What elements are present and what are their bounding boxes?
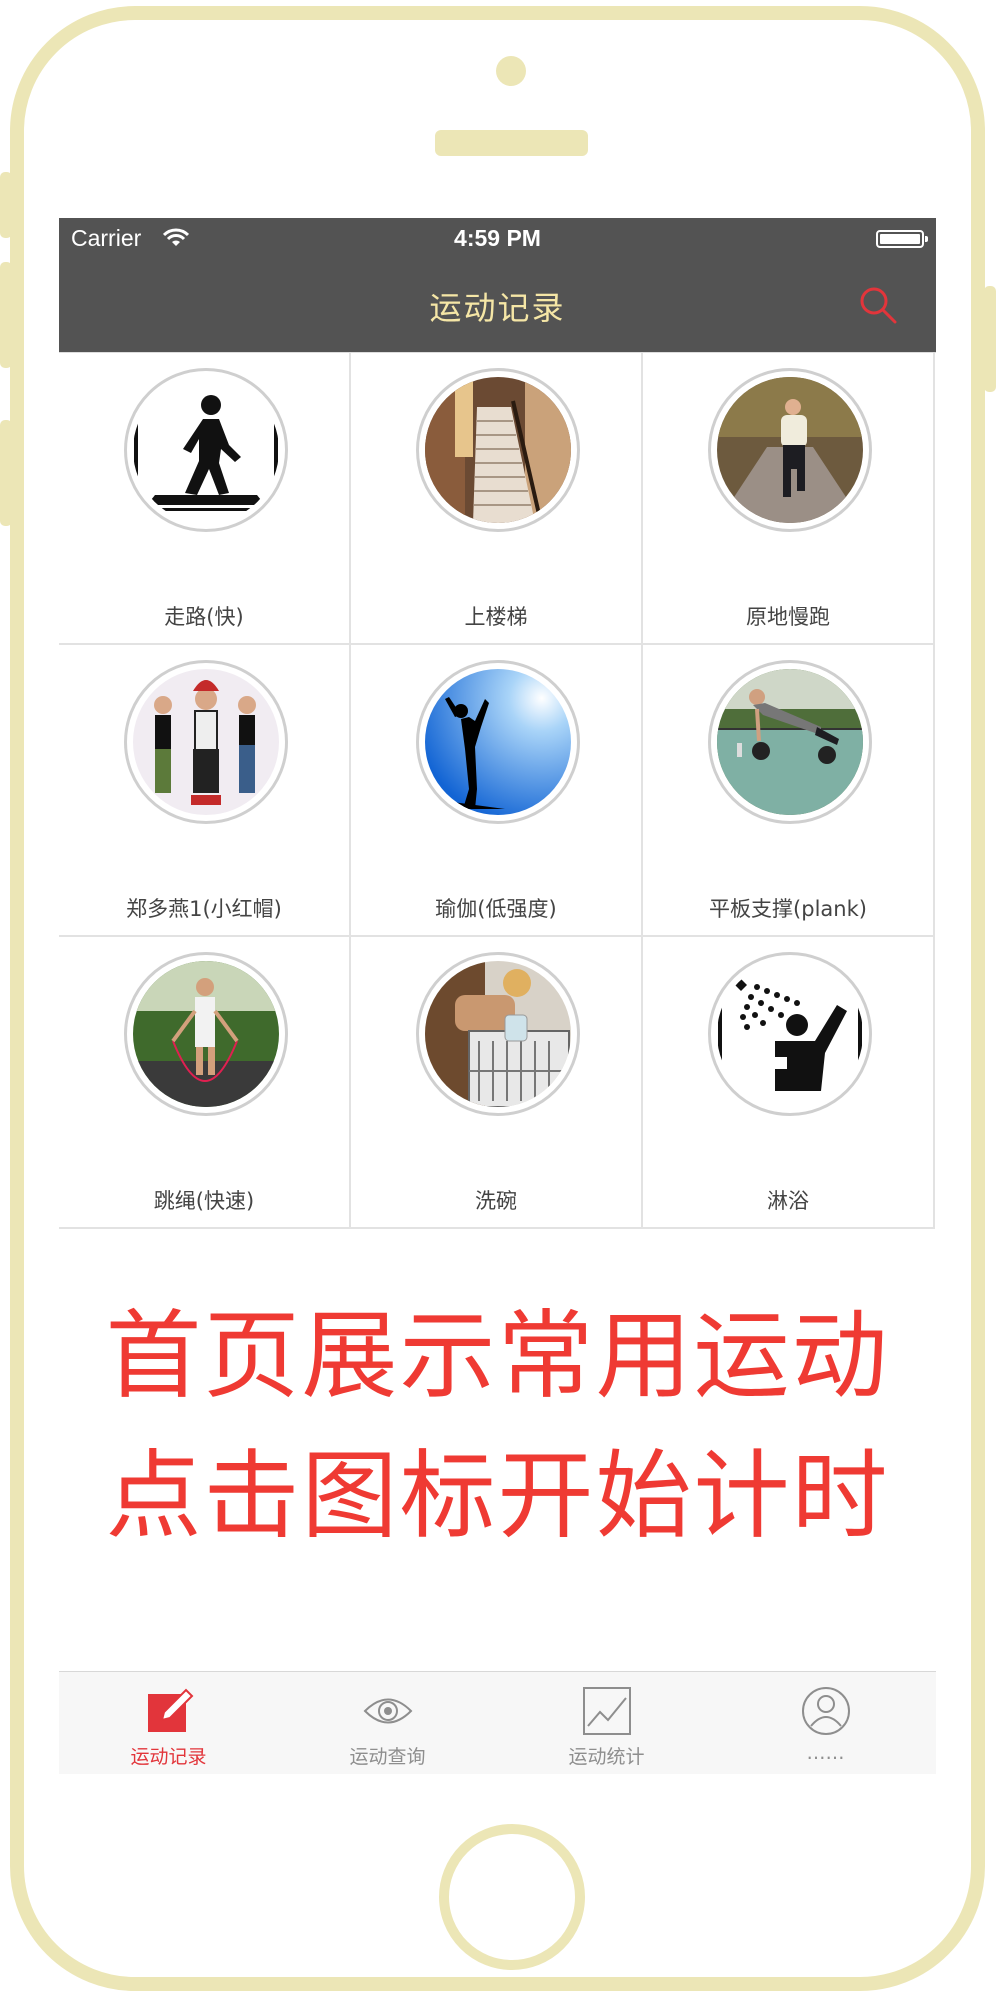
dishwashing-photo [425, 961, 571, 1107]
activity-cell-jump-rope[interactable]: 跳绳(快速) [59, 937, 351, 1229]
activity-icon-circle[interactable] [416, 660, 580, 824]
home-button[interactable] [439, 1824, 585, 1970]
volume-down-button [0, 420, 12, 526]
activity-icon-circle[interactable] [416, 368, 580, 532]
activity-cell-aerobics[interactable]: 郑多燕1(小红帽) [59, 645, 351, 937]
aerobics-photo [133, 669, 279, 815]
tab-label: 运动查询 [349, 1746, 426, 1768]
tab-more[interactable]: …… [716, 1672, 935, 1774]
activity-cell-jogging[interactable]: 原地慢跑 [643, 353, 935, 645]
activity-icon-circle[interactable] [708, 952, 872, 1116]
tab-exercise-record[interactable]: 运动记录 [59, 1672, 278, 1774]
activity-cell-dishwashing[interactable]: 洗碗 [351, 937, 643, 1229]
activity-icon-circle[interactable] [124, 368, 288, 532]
activity-label: 淋浴 [767, 1189, 809, 1213]
volume-up-button [0, 262, 12, 368]
activity-label: 原地慢跑 [746, 605, 830, 629]
eye-icon [363, 1698, 413, 1724]
tab-label: 运动记录 [130, 1746, 207, 1768]
activity-cell-walking[interactable]: 走路(快) [59, 353, 351, 645]
battery-icon [876, 230, 928, 248]
search-icon[interactable] [858, 285, 898, 325]
promo-line-2: 点击图标开始计时 [105, 1440, 890, 1552]
page-title: 运动记录 [429, 289, 566, 327]
jump-rope-photo [133, 961, 279, 1107]
activity-icon-circle[interactable] [124, 952, 288, 1116]
camera-dot [496, 56, 526, 86]
activity-icon-circle[interactable] [708, 660, 872, 824]
mute-switch [0, 172, 12, 238]
activity-icon-circle[interactable] [708, 368, 872, 532]
activity-cell-plank[interactable]: 平板支撑(plank) [643, 645, 935, 937]
tab-exercise-stats[interactable]: 运动统计 [497, 1672, 716, 1774]
activity-label: 洗碗 [475, 1189, 517, 1213]
activity-cell-yoga[interactable]: 瑜伽(低强度) [351, 645, 643, 937]
tab-bar: 运动记录 运动查询 运动统计 …… [59, 1671, 936, 1774]
activity-label: 跳绳(快速) [153, 1189, 255, 1213]
tab-exercise-query[interactable]: 运动查询 [278, 1672, 497, 1774]
activity-cell-shower[interactable]: 淋浴 [643, 937, 935, 1229]
edit-icon [148, 1688, 194, 1732]
shower-icon [717, 961, 863, 1107]
promo-line-1: 首页展示常用运动 [105, 1300, 890, 1412]
activity-icon-circle[interactable] [124, 660, 288, 824]
user-icon [802, 1687, 850, 1735]
chart-icon [583, 1687, 631, 1735]
jogging-photo [717, 377, 863, 523]
plank-photo [717, 669, 863, 815]
power-button [984, 286, 996, 392]
nav-bar: 运动记录 [59, 259, 936, 352]
walking-icon [133, 377, 279, 523]
activity-label: 平板支撑(plank) [709, 897, 867, 921]
activity-label: 瑜伽(低强度) [435, 897, 557, 921]
activity-label: 郑多燕1(小红帽) [126, 897, 282, 921]
status-bar: Carrier 4:59 PM [59, 218, 936, 259]
activity-label: 上楼梯 [464, 605, 528, 629]
tab-label: …… [806, 1742, 845, 1764]
activity-grid: 走路(快) 上楼梯 原地慢跑 郑多燕1(小红帽) 瑜伽(低强度) 平板支撑(pl… [59, 352, 936, 1229]
yoga-photo [425, 669, 571, 815]
speaker-slot [435, 130, 588, 156]
activity-cell-stairs[interactable]: 上楼梯 [351, 353, 643, 645]
activity-label: 走路(快) [164, 605, 244, 629]
status-time: 4:59 PM [454, 225, 541, 251]
tab-label: 运动统计 [568, 1746, 645, 1768]
activity-icon-circle[interactable] [416, 952, 580, 1116]
stairs-photo [425, 377, 571, 523]
app-screen: Carrier 4:59 PM 运动记录 走路(快) 上楼梯 原地慢跑 郑多燕1… [59, 218, 936, 1774]
